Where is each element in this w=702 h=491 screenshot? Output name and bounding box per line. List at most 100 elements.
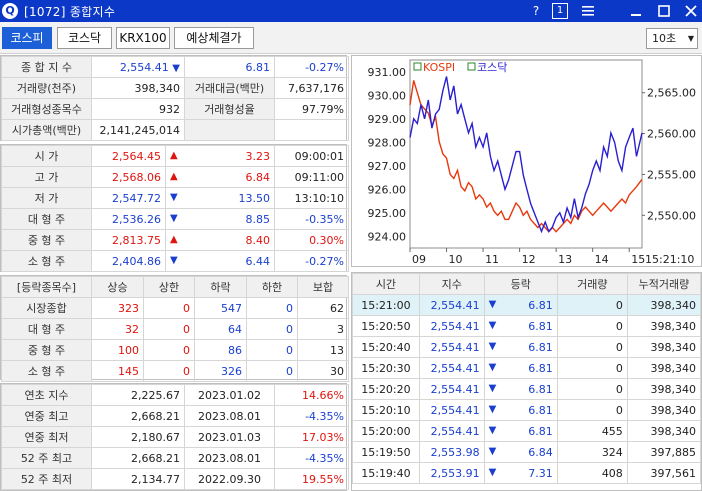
tick-cum-volume: 398,340 <box>626 399 702 421</box>
tick-cum-volume: 398,340 <box>626 420 702 442</box>
tab-kospi[interactable]: 코스피 <box>2 27 52 49</box>
list-icon[interactable] <box>580 3 596 19</box>
tick-change: ▼ 6.81 <box>483 336 558 358</box>
yearly-label: 52 주 최고 <box>1 447 92 469</box>
tick-row[interactable]: 15:20:10 2,554.41 ▼ 6.81 0 398,340 <box>352 399 702 421</box>
breadth-upper: 0 <box>143 339 195 361</box>
up-arrow-icon: ▲ <box>170 170 178 182</box>
tick-change-value: 6.81 <box>528 319 553 333</box>
up-arrow-icon: ▲ <box>170 149 178 161</box>
tick-change: ▼ 6.81 <box>483 399 558 421</box>
tick-index: 2,554.41 <box>418 420 485 442</box>
breadth-down: 64 <box>194 318 247 340</box>
breadth-label: 시장종합 <box>1 297 92 319</box>
down-arrow-icon: ▼ <box>488 319 497 331</box>
tick-row[interactable]: 15:19:40 2,553.91 ▼ 7.31 408 397,561 <box>352 462 702 484</box>
legend-checkbox-icon[interactable] <box>467 62 476 71</box>
tick-time: 15:20:00 <box>352 420 420 442</box>
prices-panel: 시 가 2,564.45 ▲ 3.23 09:00:01 고 가 2,568.06 ▲ 6.84… <box>0 144 350 272</box>
tick-index: 2,554.41 <box>418 399 485 421</box>
ticks-header[interactable]: 등락 <box>483 273 558 295</box>
x-axis-tick: 15 <box>631 253 645 266</box>
x-axis-tick: 11 <box>485 253 499 266</box>
close-icon[interactable] <box>683 3 699 19</box>
tick-row[interactable]: 15:19:50 2,553.98 ▼ 6.84 324 397,885 <box>352 441 702 463</box>
tick-row[interactable]: 15:21:00 2,554.41 ▼ 6.81 0 398,340 <box>352 294 702 316</box>
tick-change-value: 6.81 <box>528 403 553 417</box>
yearly-label: 52 주 최저 <box>1 468 92 490</box>
right-axis-tick: 2,565.00 <box>647 87 696 100</box>
yearly-date: 2023.01.02 <box>184 384 275 406</box>
minimize-icon[interactable] <box>628 3 644 19</box>
yearly-row: 연중 최고 2,668.21 2023.08.01 -4.35% <box>1 405 349 427</box>
page-number-button[interactable]: 1 <box>552 3 568 19</box>
x-axis-tick: 12 <box>522 253 536 266</box>
x-axis-tick: 09 <box>412 253 426 266</box>
tick-time: 15:20:40 <box>352 336 420 358</box>
tick-row[interactable]: 15:20:00 2,554.41 ▼ 6.81 455 398,340 <box>352 420 702 442</box>
right-axis-tick: 2,550.00 <box>647 209 696 222</box>
tick-change-value: 6.81 <box>528 382 553 396</box>
tick-change-value: 6.81 <box>528 340 553 354</box>
price-value: 2,568.06 <box>90 166 167 188</box>
price-extra: 09:00:01 <box>274 145 350 167</box>
tick-change: ▼ 6.81 <box>483 294 558 316</box>
tick-time: 15:20:50 <box>352 315 420 337</box>
tick-row[interactable]: 15:20:20 2,554.41 ▼ 6.81 0 398,340 <box>352 378 702 400</box>
legend-checkbox-icon[interactable] <box>413 62 422 71</box>
breadth-header: 하락 <box>194 276 247 298</box>
title-bar: Q [1072] 종합지수 ? 1 <box>0 0 702 22</box>
traded-count-label: 거래형성종목수 <box>1 98 92 120</box>
x-axis-tick: 13 <box>558 253 572 266</box>
index-value: 2,554.41 ▼ <box>91 56 185 78</box>
ticks-header[interactable]: 거래량 <box>556 273 628 295</box>
ticks-panel: 시간 지수 등락 거래량 누적거래량 15:21:00 2,554.41 ▼ 6.81 0 398… <box>351 272 702 491</box>
price-diff-value: 8.85 <box>245 212 271 226</box>
breadth-row: 소 형 주 145 0 326 0 30 <box>1 360 349 382</box>
yearly-label: 연초 지수 <box>1 384 92 406</box>
tick-index: 2,554.41 <box>418 294 485 316</box>
tick-row[interactable]: 15:20:40 2,554.41 ▼ 6.81 0 398,340 <box>352 336 702 358</box>
breadth-up: 323 <box>91 297 144 319</box>
breadth-up: 32 <box>91 318 144 340</box>
down-arrow-icon: ▼ <box>170 212 178 224</box>
tick-index: 2,554.41 <box>418 336 485 358</box>
breadth-upper: 0 <box>143 318 195 340</box>
tab-kosdaq[interactable]: 코스닥 <box>57 27 112 49</box>
breadth-lower: 0 <box>246 297 298 319</box>
breadth-lower: 0 <box>246 318 298 340</box>
yearly-rate: -4.35% <box>274 447 349 469</box>
down-arrow-icon: ▼ <box>172 62 180 74</box>
tick-row[interactable]: 15:20:50 2,554.41 ▼ 6.81 0 398,340 <box>352 315 702 337</box>
price-extra: 13:10:10 <box>274 187 350 209</box>
help-button[interactable]: ? <box>528 3 544 19</box>
left-axis-tick: 926.00 <box>368 183 407 196</box>
maximize-icon[interactable] <box>656 3 672 19</box>
tick-cum-volume: 398,340 <box>626 294 702 316</box>
tick-change-value: 7.31 <box>528 466 553 480</box>
tick-row[interactable]: 15:20:30 2,554.41 ▼ 6.81 0 398,340 <box>352 357 702 379</box>
price-row: 중 형 주 2,813.75 ▲ 8.40 0.30% <box>1 229 350 251</box>
legend-label: 코스닥 <box>477 61 507 74</box>
tab-expected-price[interactable]: 예상체결가 <box>174 27 254 49</box>
tick-change: ▼ 6.81 <box>483 357 558 379</box>
ticks-header[interactable]: 시간 <box>352 273 420 295</box>
tick-volume: 0 <box>556 399 628 421</box>
breadth-row: 대 형 주 32 0 64 0 3 <box>1 318 349 340</box>
yearly-row: 연중 최저 2,180.67 2023.01.03 17.03% <box>1 426 349 448</box>
yearly-row: 연초 지수 2,225.67 2023.01.02 14.66% <box>1 384 349 406</box>
tick-time: 15:20:20 <box>352 378 420 400</box>
tab-krx100[interactable]: KRX100 <box>116 27 170 49</box>
ticks-header[interactable]: 지수 <box>418 273 485 295</box>
window-title: [1072] 종합지수 <box>24 5 116 19</box>
ticks-header[interactable]: 누적거래량 <box>626 273 702 295</box>
left-axis-tick: 930.00 <box>368 89 407 102</box>
index-change: 6.81 <box>184 56 275 78</box>
app-logo-icon: Q <box>2 3 18 19</box>
tick-cum-volume: 398,340 <box>626 357 702 379</box>
index-chart: 931.00 930.00 929.00 928.00 927.00 926.00 925.… <box>368 59 696 266</box>
interval-select[interactable]: 10초 ▼ <box>646 28 698 49</box>
yearly-rate: 14.66% <box>274 384 349 406</box>
tick-time: 15:20:30 <box>352 357 420 379</box>
traded-rate-label: 거래형성율 <box>184 98 275 120</box>
